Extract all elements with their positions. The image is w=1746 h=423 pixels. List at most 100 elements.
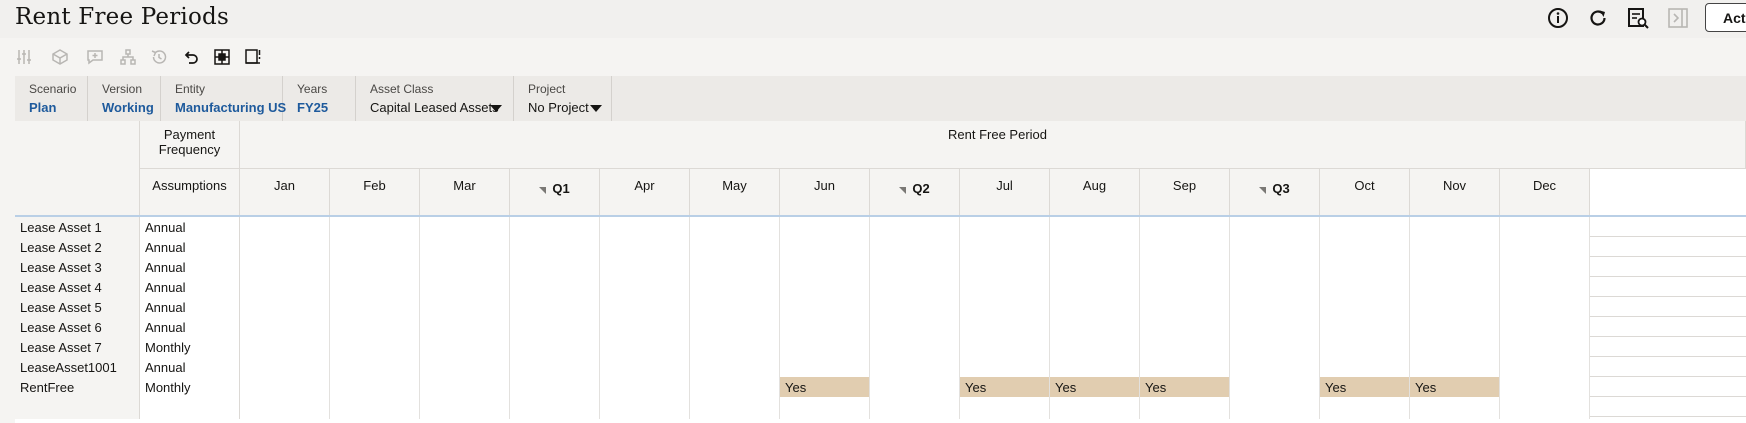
grid-cell[interactable]	[1320, 217, 1410, 237]
grid-cell[interactable]	[600, 357, 690, 377]
column-header-q3[interactable]: Q3	[1230, 169, 1320, 217]
grid-cell[interactable]	[600, 397, 690, 419]
grid-cell[interactable]	[1050, 337, 1140, 357]
grid-cell[interactable]	[600, 237, 690, 257]
grid-cell[interactable]	[960, 357, 1050, 377]
grid-cell[interactable]	[870, 377, 960, 397]
grid-cell[interactable]	[780, 337, 870, 357]
assumption-cell[interactable]: Annual	[140, 257, 240, 277]
grid-cell[interactable]	[510, 237, 600, 257]
grid-cell[interactable]	[690, 337, 780, 357]
grid-cell[interactable]	[1320, 397, 1410, 419]
assumption-cell[interactable]: Monthly	[140, 377, 240, 397]
grid-cell[interactable]	[600, 317, 690, 337]
grid-cell[interactable]	[510, 217, 600, 237]
grid-cell[interactable]	[1050, 297, 1140, 317]
grid-cell[interactable]	[240, 357, 330, 377]
grid-cell[interactable]	[1140, 277, 1230, 297]
pov-value[interactable]: Manufacturing US	[175, 100, 286, 115]
grid-cell[interactable]	[1320, 237, 1410, 257]
grid-cell[interactable]	[1410, 297, 1500, 317]
pov-asset-class-dropdown[interactable]: Asset Class Capital Leased Assets	[356, 76, 514, 121]
grid-cell[interactable]	[960, 237, 1050, 257]
column-header-q2[interactable]: Q2	[870, 169, 960, 217]
grid-cell[interactable]	[690, 357, 780, 377]
assumption-cell[interactable]: Annual	[140, 277, 240, 297]
grid-cell[interactable]	[690, 277, 780, 297]
assumption-cell[interactable]: Annual	[140, 357, 240, 377]
chevron-down-icon[interactable]	[590, 105, 602, 112]
grid-cell[interactable]	[330, 237, 420, 257]
grid-cell[interactable]	[240, 257, 330, 277]
grid-cell[interactable]	[1230, 257, 1320, 277]
column-header-q1[interactable]: Q1	[510, 169, 600, 217]
grid-cell[interactable]: Yes	[1050, 377, 1140, 397]
grid-cell[interactable]	[1320, 357, 1410, 377]
pov-entity[interactable]: Entity Manufacturing US	[161, 76, 286, 121]
grid-cell[interactable]	[600, 377, 690, 397]
grid-cell[interactable]	[510, 257, 600, 277]
grid-cell[interactable]	[1320, 337, 1410, 357]
grid-cell[interactable]	[600, 277, 690, 297]
grid-cell[interactable]	[1500, 357, 1590, 377]
grid-cell[interactable]	[1050, 277, 1140, 297]
grid-cell[interactable]	[420, 357, 510, 377]
grid-cell[interactable]	[1140, 397, 1230, 419]
grid-cell[interactable]	[1320, 257, 1410, 277]
grid-cell[interactable]	[1230, 377, 1320, 397]
grid-cell[interactable]	[600, 217, 690, 237]
grid-cell[interactable]	[330, 297, 420, 317]
grid-cell[interactable]	[420, 277, 510, 297]
expand-triangle-icon[interactable]	[539, 187, 547, 194]
assumption-cell[interactable]: Annual	[140, 217, 240, 237]
grid-cell[interactable]	[1050, 397, 1140, 419]
grid-cell[interactable]	[960, 317, 1050, 337]
grid-cell[interactable]	[510, 397, 600, 419]
grid-cell[interactable]	[1140, 297, 1230, 317]
grid-cell[interactable]	[510, 377, 600, 397]
actions-button[interactable]: Acti	[1705, 3, 1746, 32]
assumption-cell[interactable]: Annual	[140, 297, 240, 317]
grid-cell[interactable]	[960, 217, 1050, 237]
collapse-panel-icon[interactable]	[1666, 6, 1690, 30]
grid-cell[interactable]	[420, 217, 510, 237]
grid-cell[interactable]	[1500, 277, 1590, 297]
grid-cell[interactable]	[240, 397, 330, 419]
grid-cell[interactable]	[1410, 317, 1500, 337]
cube-icon[interactable]	[50, 47, 70, 67]
adjust-icon[interactable]	[14, 47, 34, 67]
grid-cell[interactable]	[510, 337, 600, 357]
pov-select-value[interactable]: Capital Leased Assets	[370, 100, 499, 115]
grid-cell[interactable]	[870, 337, 960, 357]
grid-cell[interactable]	[780, 317, 870, 337]
grid-cell[interactable]	[240, 317, 330, 337]
grid-cell[interactable]	[780, 297, 870, 317]
grid-cell[interactable]	[1230, 397, 1320, 419]
grid-cell[interactable]	[330, 317, 420, 337]
grid-cell[interactable]	[690, 317, 780, 337]
grid-cell[interactable]	[420, 237, 510, 257]
grid-cell[interactable]	[870, 277, 960, 297]
grid-cell[interactable]	[1410, 257, 1500, 277]
grid-cell[interactable]	[1230, 337, 1320, 357]
grid-cell[interactable]	[1140, 337, 1230, 357]
grid-cell[interactable]	[1230, 317, 1320, 337]
grid-cell[interactable]	[780, 257, 870, 277]
grid-cell[interactable]	[1410, 357, 1500, 377]
grid-cell[interactable]	[1140, 237, 1230, 257]
grid-cell[interactable]	[870, 257, 960, 277]
grid-cell[interactable]	[780, 217, 870, 237]
grid-cell[interactable]	[1500, 317, 1590, 337]
grid-cell[interactable]	[1320, 277, 1410, 297]
assumption-cell[interactable]: Monthly	[140, 337, 240, 357]
grid-cell[interactable]	[780, 237, 870, 257]
grid-cell[interactable]	[510, 297, 600, 317]
grid-cell[interactable]	[420, 317, 510, 337]
pov-project-dropdown[interactable]: Project No Project	[514, 76, 612, 121]
undo-icon[interactable]	[181, 47, 201, 67]
history-icon[interactable]	[149, 47, 169, 67]
grid-cell[interactable]	[1230, 237, 1320, 257]
hierarchy-icon[interactable]	[118, 47, 138, 67]
grid-cell[interactable]	[1230, 217, 1320, 237]
grid-cell[interactable]	[690, 237, 780, 257]
